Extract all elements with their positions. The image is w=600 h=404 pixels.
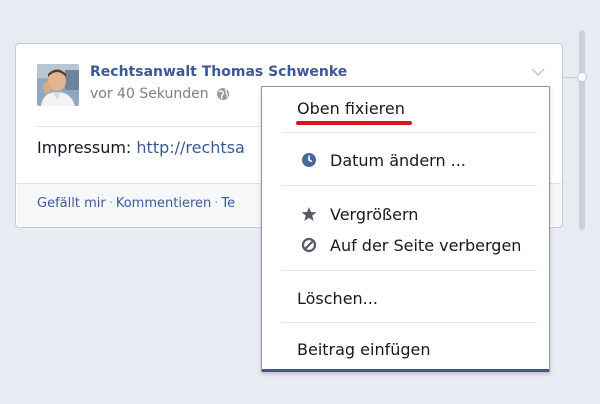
comment-link[interactable]: Kommentieren [116, 196, 211, 211]
globe-icon[interactable] [216, 87, 230, 101]
menu-item-hide[interactable]: Auf der Seite verbergen [262, 230, 549, 260]
menu-item-change-date[interactable]: Datum ändern ... [262, 145, 549, 175]
menu-item-enlarge[interactable]: Vergrößern [262, 199, 549, 229]
menu-item-label: Löschen... [297, 288, 378, 308]
menu-item-label: Vergrößern [330, 204, 419, 224]
menu-item-pin[interactable]: Oben fixieren [262, 93, 549, 123]
post-timestamp[interactable]: vor 40 Sekunden [90, 86, 209, 102]
share-link[interactable]: Te [221, 196, 235, 211]
menu-divider [282, 185, 537, 186]
menu-item-label: Oben fixieren [297, 98, 405, 118]
menu-item-delete[interactable]: Löschen... [262, 283, 549, 313]
avatar-image [37, 64, 79, 106]
separator-dot: · [108, 196, 113, 211]
menu-divider [282, 322, 537, 323]
star-icon [300, 205, 318, 223]
post-link[interactable]: http://rechtsa [136, 138, 244, 157]
actions: Gefällt mir · Kommentieren · Te [37, 196, 235, 211]
menu-item-label: Auf der Seite verbergen [330, 235, 522, 255]
hide-icon [300, 236, 318, 254]
timestamp-row: vor 40 Sekunden [90, 86, 230, 102]
menu-divider [282, 132, 537, 133]
like-link[interactable]: Gefällt mir [37, 196, 106, 211]
menu-item-label: Beitrag einfügen [297, 339, 431, 359]
chevron-down-icon[interactable] [530, 63, 546, 77]
menu-divider [282, 270, 537, 271]
menu-bottom-border [262, 369, 549, 372]
post-text-prefix: Impressum: [37, 138, 137, 157]
avatar[interactable] [37, 64, 79, 106]
post-options-menu: Oben fixieren Datum ändern ... Vergrößer… [261, 86, 550, 372]
timeline-connector [563, 77, 577, 78]
post-text: Impressum: http://rechtsa [37, 138, 245, 157]
separator-dot: · [214, 196, 219, 211]
highlight-underline [296, 121, 412, 125]
timeline-bar [579, 30, 585, 230]
timeline-dot [577, 72, 587, 82]
menu-item-label: Datum ändern ... [330, 150, 466, 170]
menu-item-embed[interactable]: Beitrag einfügen [262, 334, 549, 364]
author-name[interactable]: Rechtsanwalt Thomas Schwenke [90, 64, 347, 80]
clock-icon [300, 151, 318, 169]
